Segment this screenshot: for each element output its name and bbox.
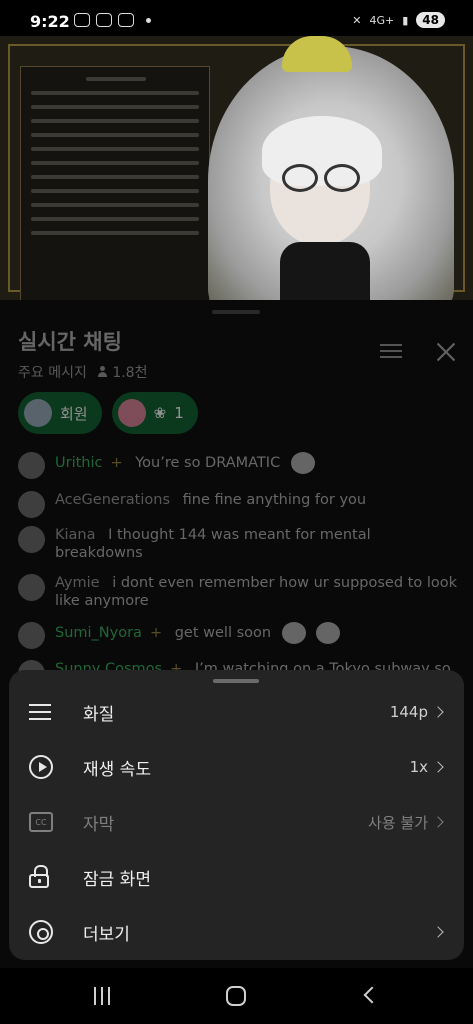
playback-speed-value: 1x: [409, 758, 428, 776]
lock-screen-row[interactable]: 잠금 화면: [9, 850, 464, 904]
mute-icon: ✕: [352, 13, 362, 27]
back-button[interactable]: [363, 986, 381, 1004]
line-app-icon: [74, 13, 90, 27]
avatar-hood-ears: [282, 36, 352, 72]
battery-level: 48: [416, 12, 445, 28]
captions-label: 자막: [83, 814, 115, 835]
stream-overlay-panel: [20, 66, 210, 300]
more-label: 더보기: [83, 924, 130, 945]
notification-icons: [74, 13, 151, 27]
player-settings-sheet: 화질 144p 재생 속도 1x CC 자막 사용 불가 잠금 화면 더보기: [9, 670, 464, 960]
avatar-turtleneck: [280, 242, 370, 300]
video-player[interactable]: [0, 36, 473, 300]
lock-screen-label: 잠금 화면: [83, 869, 151, 890]
status-bar: 9:22 ✕ 4G+ ▮ 48: [0, 0, 473, 40]
quality-sliders-icon: [29, 700, 53, 724]
signal-icon: ▮: [402, 13, 409, 27]
network-type: 4G+: [369, 13, 395, 27]
system-nav-bar: [0, 968, 473, 1024]
more-row[interactable]: 더보기: [9, 905, 464, 959]
status-time: 9:22: [30, 12, 70, 31]
chevron-right-icon: [432, 816, 444, 828]
playback-speed-row[interactable]: 재생 속도 1x: [9, 740, 464, 794]
avatar-glasses: [278, 164, 362, 194]
playback-speed-label: 재생 속도: [83, 759, 151, 780]
more-notifications-icon: [146, 17, 151, 23]
screenshot-icon: [96, 13, 112, 27]
sheet-drag-handle[interactable]: [213, 679, 259, 683]
playback-speed-icon: [29, 755, 53, 779]
quality-value: 144p: [389, 703, 428, 721]
lock-icon: [29, 865, 49, 888]
captions-icon: CC: [29, 812, 53, 832]
captions-row[interactable]: CC 자막 사용 불가: [9, 795, 464, 849]
home-button[interactable]: [226, 986, 246, 1006]
gear-icon: [29, 920, 53, 944]
discord-icon: [118, 13, 134, 27]
chevron-right-icon: [432, 761, 444, 773]
quality-row[interactable]: 화질 144p: [9, 685, 464, 739]
system-icons: ✕ 4G+ ▮ 48: [352, 12, 445, 28]
recent-apps-button[interactable]: [94, 987, 112, 1005]
chevron-right-icon: [432, 706, 444, 718]
chevron-right-icon: [432, 926, 444, 938]
captions-value: 사용 불가: [368, 813, 428, 832]
quality-label: 화질: [83, 704, 115, 725]
